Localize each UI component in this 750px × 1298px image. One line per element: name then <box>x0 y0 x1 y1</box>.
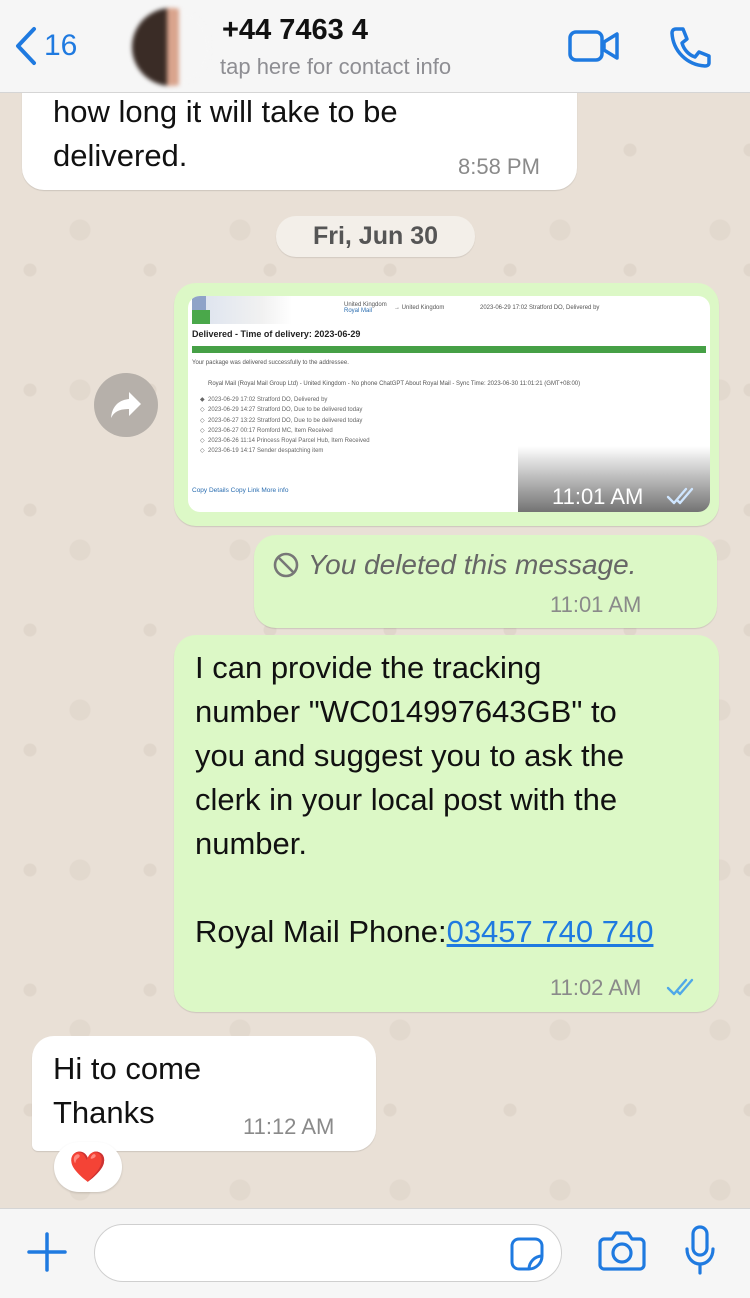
message-text: Hi to come Thanks <box>53 1051 202 1130</box>
route-destination: → United Kingdom <box>394 305 445 311</box>
tracking-events: ◆ 2023-06-29 17:02 Stratford DO, Delivere… <box>200 396 370 458</box>
tracking-logo-mark <box>192 310 210 324</box>
forward-arrow-icon <box>111 392 141 418</box>
read-receipt-icon <box>666 486 700 511</box>
phone-link[interactable]: 03457 740 740 <box>447 914 654 949</box>
chevron-left-icon <box>16 27 36 65</box>
microphone-button[interactable] <box>684 1225 716 1282</box>
read-receipt-icon <box>666 977 700 1002</box>
video-call-button[interactable] <box>568 26 620 71</box>
video-call-icon <box>568 30 619 62</box>
tracking-event: ◆ 2023-06-29 17:02 Stratford DO, Delivere… <box>200 397 328 403</box>
sticker-button[interactable] <box>509 1236 545 1277</box>
message-input[interactable] <box>94 1224 562 1282</box>
tracking-event: ◇ 2023-06-19 14:17 Sender despatching ite… <box>200 448 324 455</box>
delivery-description: Your package was delivered successfully … <box>192 360 349 366</box>
unread-count: 16 <box>44 29 78 62</box>
route-origin: United Kingdom Royal Mail <box>344 302 387 314</box>
progress-bar <box>192 346 706 353</box>
message-text: how long it will take to be delivered. <box>53 94 398 173</box>
latest-status: 2023-06-29 17:02 Stratford DO, Delivered… <box>480 305 600 311</box>
message-deleted-outgoing[interactable]: You deleted this message. 11:01 AM <box>254 535 717 628</box>
compose-bar <box>0 1208 750 1298</box>
plus-icon <box>27 1232 67 1272</box>
heart-reaction[interactable]: ❤️ <box>54 1142 122 1192</box>
deleted-text: You deleted this message. <box>308 549 637 580</box>
camera-icon <box>598 1231 646 1271</box>
tracking-event: ◇ 2023-06-29 14:27 Stratford DO, Due to b… <box>200 407 363 414</box>
message-text: I can provide the tracking number "WC014… <box>195 650 654 949</box>
avatar[interactable] <box>132 8 210 86</box>
voice-call-button[interactable] <box>668 26 712 73</box>
message-time: 11:12 AM <box>243 1114 335 1139</box>
camera-button[interactable] <box>598 1229 646 1276</box>
delivery-title: Delivered - Time of delivery: 2023-06-29 <box>192 329 361 339</box>
back-button[interactable]: 16 <box>14 22 77 70</box>
attach-button[interactable] <box>26 1231 68 1278</box>
message-incoming[interactable]: Hi to come Thanks 11:12 AM <box>32 1036 376 1151</box>
forward-button[interactable] <box>94 373 158 437</box>
tracking-event: ◇ 2023-06-27 00:17 Romford MC, Item Recei… <box>200 427 333 434</box>
message-time: 11:02 AM <box>550 975 642 1000</box>
image-time: 11:01 AM <box>552 484 644 509</box>
day-separator: Fri, Jun 30 <box>276 216 475 257</box>
microphone-icon <box>685 1225 715 1275</box>
deleted-notice: You deleted this message. <box>272 549 636 581</box>
tracking-footer-links: Copy Details Copy Link More info <box>192 487 289 494</box>
contact-name[interactable]: +44 7463 4 <box>222 14 368 47</box>
chat-header: 16 +44 7463 4 tap here for contact info <box>0 0 750 93</box>
message-time: 11:01 AM <box>550 592 642 617</box>
message-time: 8:58 PM <box>458 154 540 179</box>
message-outgoing[interactable]: I can provide the tracking number "WC014… <box>174 635 719 1012</box>
contact-info-hint[interactable]: tap here for contact info <box>220 54 451 80</box>
tracking-event: ◇ 2023-06-26 11:14 Princess Royal Parcel … <box>200 438 370 445</box>
tracking-screenshot-image[interactable]: United Kingdom Royal Mail → United Kingdo… <box>188 296 710 512</box>
sticker-icon <box>510 1237 544 1271</box>
phone-icon <box>670 27 711 68</box>
carrier-line: Royal Mail (Royal Mail Group Ltd) - Unit… <box>208 381 581 387</box>
prohibited-icon <box>273 552 299 578</box>
tracking-event: ◇ 2023-06-27 13:22 Stratford DO, Due to b… <box>200 417 363 424</box>
